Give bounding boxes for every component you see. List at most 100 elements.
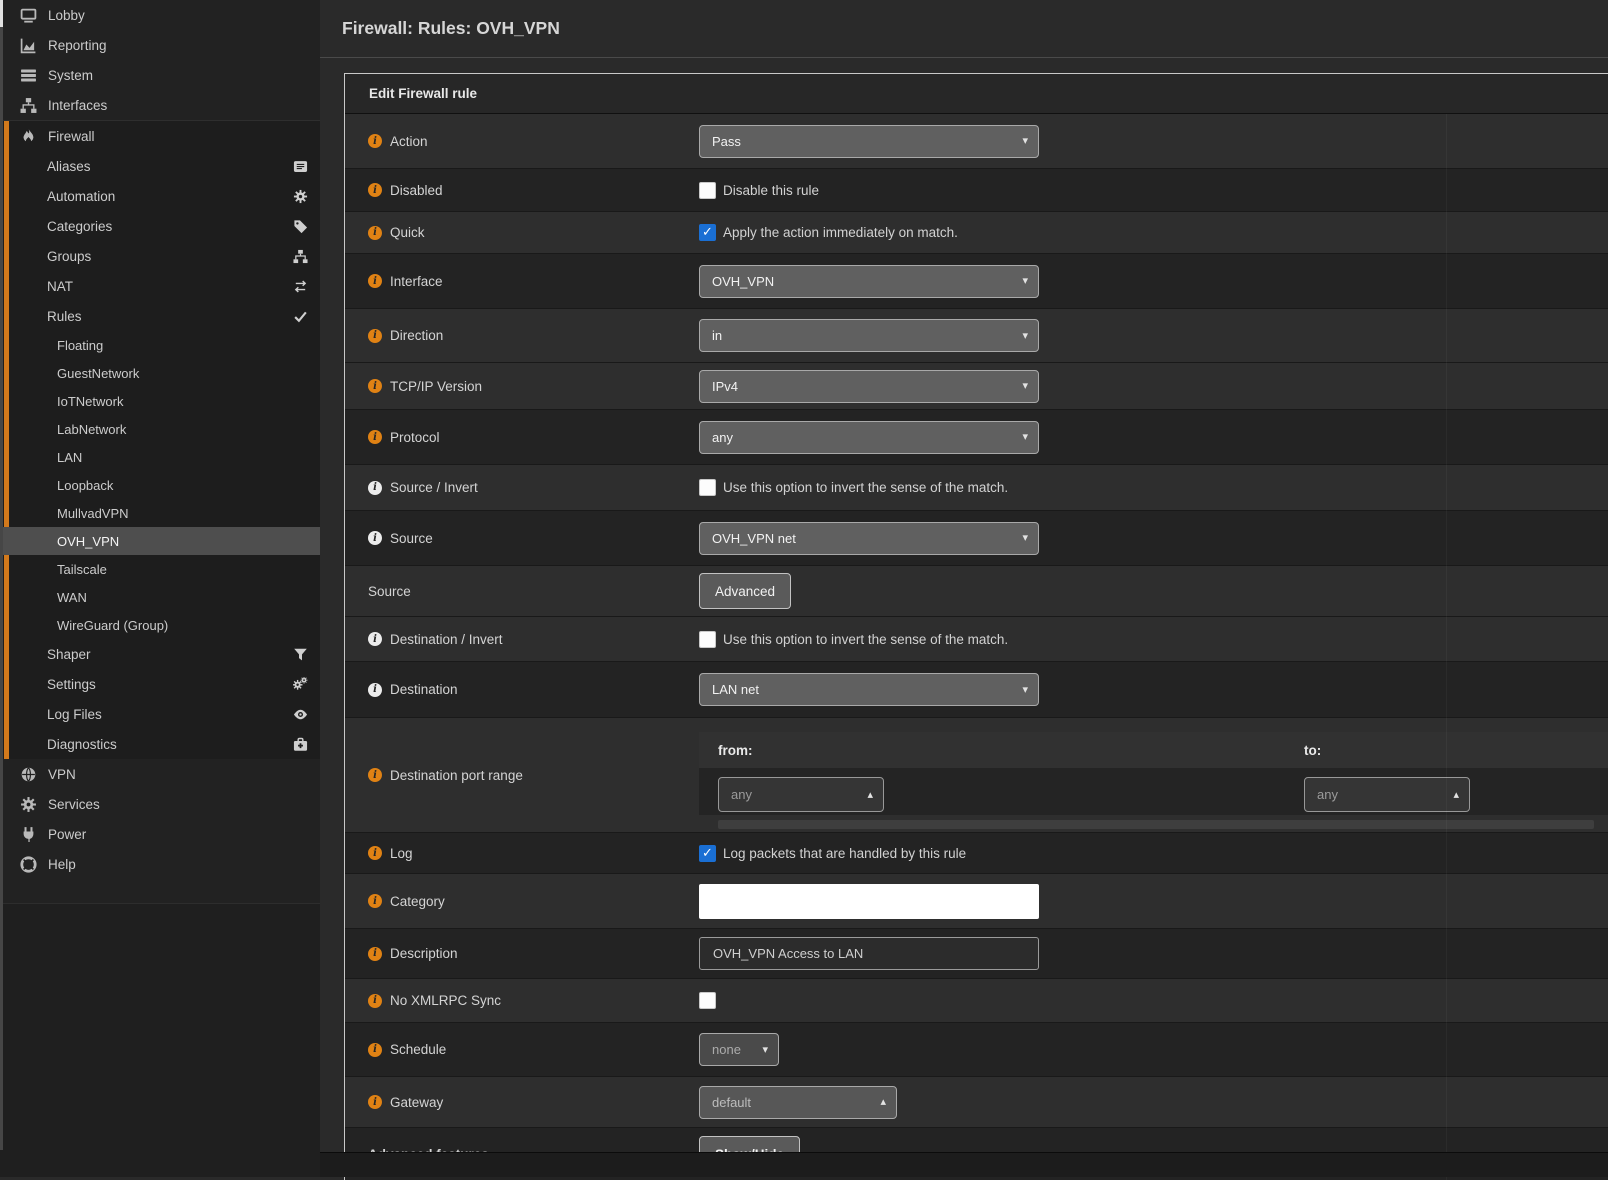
info-icon[interactable]: i (368, 632, 382, 646)
sitemap-icon (293, 249, 308, 264)
disabled-checkbox-label: Disable this rule (723, 183, 819, 198)
field-label-cell: iDirection (345, 309, 699, 362)
field-control-cell: Advanced (699, 566, 1608, 616)
source-advanced-button[interactable]: Advanced (699, 573, 791, 609)
sidebar-item-loopback[interactable]: Loopback (0, 471, 320, 499)
form-row-action: iActionPass▾ (345, 114, 1608, 168)
destination-invert-checkbox[interactable] (699, 631, 716, 648)
field-label-cell: iGateway (345, 1077, 699, 1127)
sidebar-item-rules[interactable]: Rules (0, 301, 320, 331)
description-input[interactable]: OVH_VPN Access to LAN (699, 937, 1039, 970)
sidebar-item-diagnostics[interactable]: Diagnostics (0, 729, 320, 759)
field-label-cell: iDescription (345, 929, 699, 978)
sidebar-item-label: Shaper (47, 647, 91, 662)
field-label-cell: iLog (345, 833, 699, 873)
selected-value: in (712, 328, 722, 343)
info-icon[interactable]: i (368, 274, 382, 288)
source-select[interactable]: OVH_VPN net▾ (699, 522, 1039, 555)
field-label: No XMLRPC Sync (390, 993, 501, 1008)
quick-checkbox[interactable]: ✓ (699, 224, 716, 241)
field-label-cell: iSource (345, 511, 699, 565)
sidebar-item-aliases[interactable]: Aliases (0, 151, 320, 181)
info-icon[interactable]: i (368, 894, 382, 908)
protocol-select[interactable]: any▾ (699, 421, 1039, 454)
info-icon[interactable]: i (368, 134, 382, 148)
form-row-direction: iDirection in ▾ (345, 308, 1608, 362)
sidebar-item-automation[interactable]: Automation (0, 181, 320, 211)
sidebar-item-reporting[interactable]: Reporting (0, 30, 320, 60)
disabled-checkbox[interactable] (699, 182, 716, 199)
port-range-header: from:to: (699, 732, 1608, 768)
sidebar-item-log-files[interactable]: Log Files (0, 699, 320, 729)
sidebar-item-label: Interfaces (48, 98, 107, 113)
sidebar-scrollbar-thumb[interactable] (0, 0, 3, 27)
direction-select[interactable]: in ▾ (699, 319, 1039, 352)
info-icon[interactable]: i (368, 183, 382, 197)
sidebar-item-labnetwork[interactable]: LabNetwork (0, 415, 320, 443)
disabled-checkbox-group: Disable this rule (699, 182, 819, 199)
sidebar-item-vpn[interactable]: VPN (0, 759, 320, 789)
sidebar-scrollbar-track[interactable] (0, 0, 3, 1150)
port-from-select[interactable]: any▴ (718, 777, 884, 812)
field-label-cell: iInterface (345, 254, 699, 308)
sidebar-item-settings[interactable]: Settings (0, 669, 320, 699)
info-icon[interactable]: i (368, 1095, 382, 1109)
action-select[interactable]: Pass▾ (699, 125, 1039, 158)
form-row-no-xmlrpc-sync: i No XMLRPC Sync (345, 978, 1608, 1022)
port-from-label: from: (718, 743, 753, 758)
sidebar-item-groups[interactable]: Groups (0, 241, 320, 271)
info-icon[interactable]: i (368, 379, 382, 393)
sidebar-item-ovh-vpn[interactable]: OVH_VPN (0, 527, 320, 555)
info-icon[interactable]: i (368, 226, 382, 240)
schedule-select[interactable]: none▾ (699, 1033, 779, 1066)
source-invert-checkbox-group: Use this option to invert the sense of t… (699, 479, 1008, 496)
tag-icon (293, 219, 308, 234)
info-icon[interactable]: i (368, 768, 382, 782)
sidebar-item-lobby[interactable]: Lobby (0, 0, 320, 30)
form-row-category: iCategory (345, 873, 1608, 928)
gateway-select[interactable]: default▴ (699, 1086, 897, 1119)
category-input[interactable] (699, 884, 1039, 919)
info-icon[interactable]: i (368, 430, 382, 444)
sidebar-item-categories[interactable]: Categories (0, 211, 320, 241)
sidebar-item-iotnetwork[interactable]: IoTNetwork (0, 387, 320, 415)
sidebar-item-tailscale[interactable]: Tailscale (0, 555, 320, 583)
no-xmlrpc-sync-checkbox[interactable] (699, 992, 716, 1009)
check-icon (293, 309, 308, 324)
sidebar-item-lan[interactable]: LAN (0, 443, 320, 471)
info-icon[interactable]: i (368, 947, 382, 961)
info-icon[interactable]: i (368, 329, 382, 343)
sidebar-item-wireguard-group[interactable]: WireGuard (Group) (0, 611, 320, 639)
caret-down-icon: ▾ (1022, 329, 1028, 342)
form-row-destination: iDestinationLAN net▾ (345, 661, 1608, 717)
sidebar-item-interfaces[interactable]: Interfaces (0, 90, 320, 120)
info-icon[interactable]: i (368, 1043, 382, 1057)
destination-select[interactable]: LAN net▾ (699, 673, 1039, 706)
log-checkbox[interactable]: ✓ (699, 845, 716, 862)
sidebar-item-guestnetwork[interactable]: GuestNetwork (0, 359, 320, 387)
info-icon[interactable]: i (368, 683, 382, 697)
port-range-scrollbar[interactable] (718, 820, 1594, 829)
sidebar-item-label: Floating (57, 338, 103, 353)
interfaces-icon (20, 97, 37, 114)
sidebar-item-shaper[interactable]: Shaper (0, 639, 320, 669)
source-invert-checkbox[interactable] (699, 479, 716, 496)
sidebar-bottom-section: VPNServicesPowerHelp (0, 759, 320, 879)
sidebar-item-firewall[interactable]: Firewall (0, 121, 320, 151)
tcpip-version-select[interactable]: IPv4▾ (699, 370, 1039, 403)
info-icon[interactable]: i (368, 846, 382, 860)
interface-select[interactable]: OVH_VPN▾ (699, 265, 1039, 298)
sidebar-item-help[interactable]: Help (0, 849, 320, 879)
sidebar-item-floating[interactable]: Floating (0, 331, 320, 359)
sidebar-item-power[interactable]: Power (0, 819, 320, 849)
port-to-select[interactable]: any▴ (1304, 777, 1470, 812)
sidebar-item-mullvadvpn[interactable]: MullvadVPN (0, 499, 320, 527)
info-icon[interactable]: i (368, 994, 382, 1008)
info-icon[interactable]: i (368, 481, 382, 495)
sidebar-item-label: Automation (47, 189, 115, 204)
sidebar-item-wan[interactable]: WAN (0, 583, 320, 611)
sidebar-item-nat[interactable]: NAT (0, 271, 320, 301)
sidebar-item-services[interactable]: Services (0, 789, 320, 819)
sidebar-item-system[interactable]: System (0, 60, 320, 90)
info-icon[interactable]: i (368, 531, 382, 545)
